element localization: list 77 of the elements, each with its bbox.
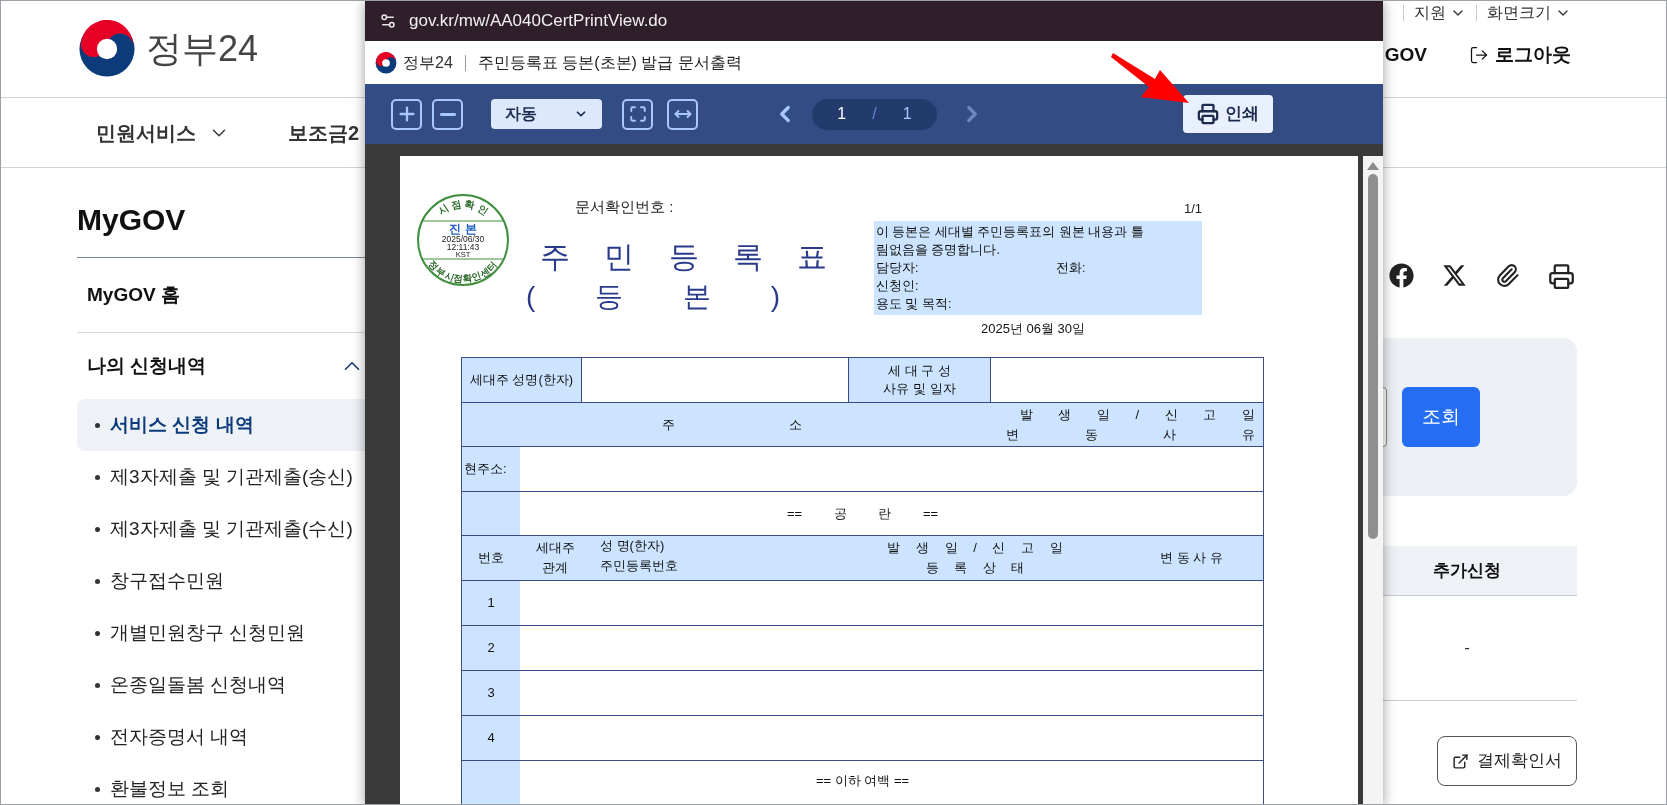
- column-header: 세대주 관계: [534, 539, 576, 577]
- logo-icon: [375, 51, 397, 74]
- logout-link[interactable]: 로그아웃: [1469, 41, 1571, 70]
- printer-icon: [1197, 103, 1219, 125]
- utility-link[interactable]: 화면크기: [1487, 1, 1571, 25]
- sidebar-item[interactable]: 온종일돌봄 신청내역: [77, 659, 367, 711]
- sidebar-item[interactable]: 개별민원창구 신청민원: [77, 607, 367, 659]
- row-number: 4: [462, 716, 520, 760]
- logo-icon: [78, 20, 136, 78]
- fit-width-button[interactable]: [667, 98, 698, 130]
- site-logo-text[interactable]: 정부24: [146, 22, 259, 76]
- certificate-field: 용도 및 목적:: [876, 294, 1056, 313]
- nav-menu-item[interactable]: 보조금2: [288, 117, 360, 148]
- sidebar-item[interactable]: 전자증명서 내역: [77, 711, 367, 763]
- expand-icon: [628, 105, 647, 123]
- sidebar-item[interactable]: 제3자제출 및 기관제출(송신): [77, 451, 367, 503]
- receipt-button[interactable]: 결제확인서: [1437, 736, 1577, 786]
- page-indicator: 1 / 1: [812, 98, 937, 130]
- print-button[interactable]: 인쇄: [1183, 95, 1273, 133]
- table-cell-text: 발 생 일 / 신 고 일 변 동 사 유: [1005, 405, 1256, 444]
- stamp-text: 12:11:43: [446, 241, 480, 252]
- column-header: 발 생 일 / 신 고 일 등 록 상 태: [886, 539, 1064, 577]
- nav-menu-item[interactable]: 민원서비스: [96, 117, 230, 148]
- zoom-out-button[interactable]: [432, 98, 463, 130]
- certificate-field: 담당자:: [876, 258, 1056, 277]
- printer-icon[interactable]: [1548, 263, 1575, 290]
- table-cell-text: -: [1463, 637, 1471, 660]
- sidebar-item[interactable]: 환불정보 조회: [77, 763, 367, 804]
- account-link[interactable]: GOV: [1384, 41, 1427, 70]
- search-button[interactable]: 조회: [1402, 387, 1480, 447]
- external-link-icon: [1452, 752, 1469, 770]
- column-header: 추가신청: [1432, 559, 1502, 582]
- zoom-in-button[interactable]: [391, 98, 422, 130]
- brand-text: 정부24: [403, 52, 453, 73]
- sidebar-item[interactable]: 제3자제출 및 기관제출(수신): [77, 503, 367, 555]
- table-cell-text: 주 소: [661, 415, 803, 434]
- column-header: 성 명(한자) 주민등록번호: [599, 537, 679, 575]
- certificate-field: 전화:: [1056, 258, 1086, 277]
- document-title: 주 민 등 록 표: [540, 238, 829, 275]
- fit-page-button[interactable]: [622, 98, 653, 130]
- minus-icon: [439, 112, 456, 116]
- sidebar-group[interactable]: 나의 신청내역: [77, 333, 367, 399]
- table-cell: 현주소:: [462, 447, 520, 491]
- column-header: 번호: [477, 549, 505, 567]
- row-number: 3: [462, 671, 520, 715]
- popup-title: 주민등록표 등본(초본) 발급 문서출력: [477, 52, 742, 73]
- url-text[interactable]: gov.kr/mw/AA040CertPrintView.do: [409, 8, 668, 34]
- logout-icon: [1469, 45, 1489, 66]
- table-cell: [462, 761, 520, 804]
- sidebar-title: MyGOV: [77, 202, 187, 238]
- table-cell-text: == 이하 여백 ==: [814, 772, 911, 790]
- x-icon[interactable]: [1442, 263, 1467, 288]
- column-header: 변 동 사 유: [1159, 549, 1224, 567]
- page-count: 1/1: [1183, 200, 1202, 218]
- row-number: 1: [462, 581, 520, 625]
- stamp-text: 시 점 확 인: [435, 197, 491, 217]
- issue-date: 2025년 06월 30일: [981, 319, 1087, 338]
- facebook-icon[interactable]: [1389, 263, 1414, 288]
- certificate-field: 신청인:: [876, 276, 1056, 295]
- sidebar-link[interactable]: MyGOV 홈: [77, 258, 367, 332]
- table-cell-text: == 공 란 ==: [785, 504, 940, 523]
- document-subtitle: ( 등 본 ): [526, 279, 781, 314]
- stamp-text: 진 본: [449, 222, 477, 236]
- table-cell: 세 대 구 성 사유 및 일자: [849, 358, 991, 402]
- certificate-statement: 이 등본은 세대별 주민등록표의 원본 내용과 틀림없음을 증명합니다.: [876, 223, 1144, 259]
- zoom-select[interactable]: 자동: [491, 99, 602, 129]
- row-number: 2: [462, 626, 520, 670]
- utility-link[interactable]: 지원: [1414, 1, 1466, 25]
- scrollbar-thumb[interactable]: [1368, 174, 1378, 539]
- paperclip-icon[interactable]: [1495, 263, 1520, 288]
- table-cell: 세대주 성명(한자): [462, 358, 582, 402]
- sidebar-item[interactable]: 서비스 신청 내역: [77, 399, 367, 451]
- scroll-up-icon[interactable]: [1367, 162, 1379, 170]
- sidebar-item[interactable]: 창구접수민원: [77, 555, 367, 607]
- stamp-text: 2025/06/30: [441, 233, 485, 244]
- document-number-label: 문서확인번호 :: [575, 197, 675, 217]
- site-info-icon[interactable]: [379, 12, 397, 30]
